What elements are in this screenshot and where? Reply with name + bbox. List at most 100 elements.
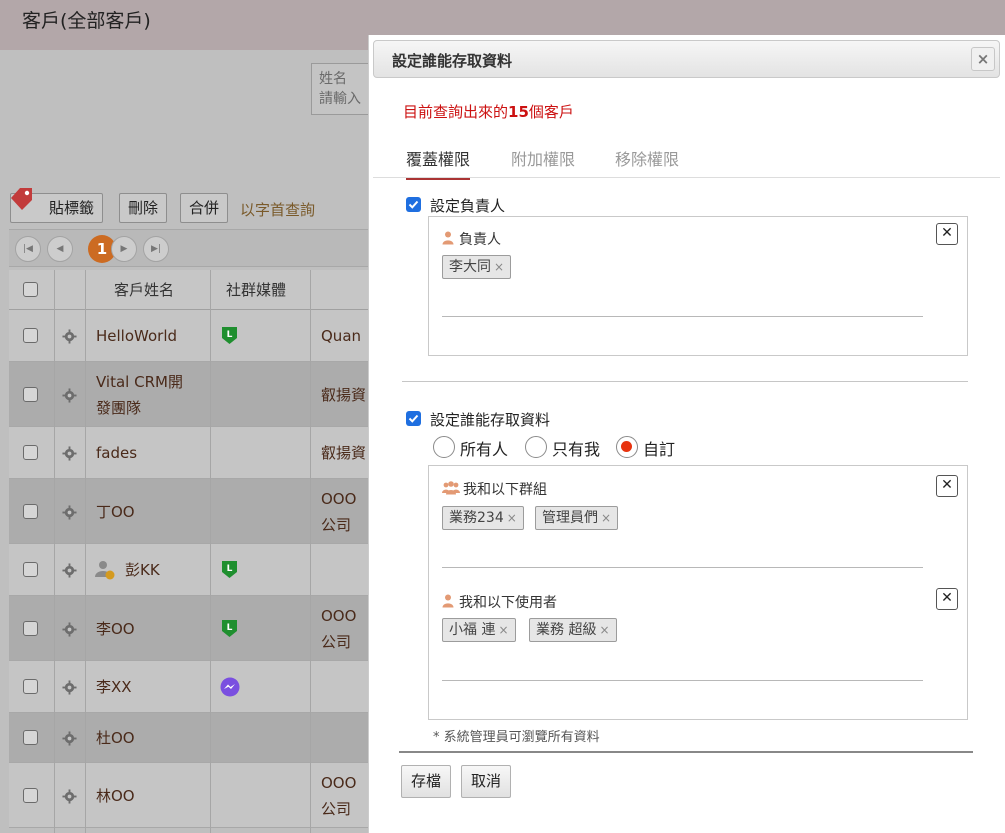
row-checkbox[interactable] [23, 386, 38, 402]
customer-name-link[interactable]: HelloWorld [96, 323, 177, 349]
tab-append[interactable]: 附加權限 [511, 146, 575, 178]
group-chip-label: 業務234 [449, 510, 504, 526]
line-icon[interactable]: L [221, 326, 238, 345]
user-chip: 業務 超級 × [529, 618, 617, 642]
gear-icon[interactable] [62, 446, 77, 461]
modal-title: 設定誰能存取資料 [392, 52, 513, 70]
customer-name-link[interactable]: 李OO [96, 616, 135, 642]
owner-panel-label: 負責人 [459, 232, 501, 248]
customer-name-link[interactable]: 杜OO [96, 725, 135, 751]
row-checkbox[interactable] [23, 679, 38, 694]
chip-remove-icon[interactable]: × [494, 260, 504, 274]
group-chip: 業務234 × [442, 506, 524, 530]
select-all-checkbox[interactable] [23, 282, 38, 297]
page-title: 客戶(全部客戶) [22, 10, 151, 32]
radio-everyone[interactable] [433, 436, 455, 458]
customer-name-link[interactable]: 李XX [96, 674, 132, 700]
row-checkbox[interactable] [23, 620, 38, 636]
group-chip: 管理員們 × [535, 506, 619, 530]
row-checkbox[interactable] [23, 787, 38, 803]
gear-icon[interactable] [62, 329, 77, 344]
access-checkbox[interactable] [406, 411, 421, 426]
close-icon[interactable]: × [971, 47, 995, 71]
users-clear-button[interactable]: ✕ [936, 588, 958, 610]
row-checkbox[interactable] [23, 328, 38, 343]
row-checkbox[interactable] [23, 730, 38, 745]
gear-icon[interactable] [62, 387, 77, 403]
save-button[interactable]: 存檔 [401, 765, 452, 798]
user-chip: 小福 連 × [442, 618, 516, 642]
grid-header: 客戶姓名 社群媒體 [9, 270, 369, 310]
tab-remove[interactable]: 移除權限 [615, 146, 679, 178]
search-name-field[interactable]: 姓名 請輸入 [311, 63, 371, 115]
radio-everyone-label: 所有人 [460, 440, 509, 459]
customer-name-link[interactable]: Vital CRM開 發團隊 [96, 369, 183, 421]
tag-button[interactable]: 貼標籤 [10, 188, 104, 223]
tab-override[interactable]: 覆蓋權限 [406, 146, 471, 180]
access-checkbox-label: 設定誰能存取資料 [430, 411, 551, 429]
last-page-icon[interactable]: ▶| [143, 236, 169, 262]
table-row[interactable]: 李XX [9, 661, 369, 713]
company-cell: Quan [321, 327, 362, 345]
line-icon[interactable]: L [221, 619, 238, 638]
radio-custom[interactable] [616, 436, 638, 458]
table-row[interactable]: 杜OO [9, 713, 369, 763]
gear-icon[interactable] [62, 621, 77, 637]
table-row[interactable]: Vital CRM開 發團隊 叡揚資 [9, 362, 369, 427]
row-checkbox[interactable] [23, 562, 38, 577]
table-row[interactable]: 丁OO OOO 公司 [9, 479, 369, 544]
row-checkbox[interactable] [23, 503, 38, 519]
owner-chip-label: 李大同 [449, 259, 491, 275]
customer-name-link[interactable]: 林OO [96, 783, 135, 809]
company-cell: 叡揚資 [321, 385, 367, 404]
groups-label: 我和以下群組 [463, 482, 547, 498]
table-row[interactable]: HelloWorld L Quan [9, 310, 369, 362]
users-label: 我和以下使用者 [459, 595, 557, 611]
prev-page-icon[interactable]: ◀ [47, 236, 73, 262]
chip-remove-icon[interactable]: × [498, 623, 508, 637]
owner-checkbox-label: 設定負責人 [430, 197, 506, 215]
line-icon[interactable]: L [221, 560, 238, 579]
customer-name-link[interactable]: fades [96, 440, 137, 466]
delete-button[interactable]: 刪除 [119, 193, 168, 223]
customer-name-link[interactable]: 彭KK [125, 557, 160, 583]
gear-icon[interactable] [62, 788, 77, 804]
access-modal: 設定誰能存取資料 × 目前查詢出來的15個客戶 覆蓋權限 附加權限 移除權限 設… [368, 35, 1005, 833]
table-row[interactable]: 彭KK L [9, 544, 369, 596]
user-lock-icon [95, 561, 115, 580]
owner-clear-button[interactable]: ✕ [936, 223, 958, 245]
gear-icon[interactable] [62, 731, 77, 746]
chip-remove-icon[interactable]: × [599, 623, 609, 637]
first-page-icon[interactable]: |◀ [15, 236, 41, 262]
gear-icon[interactable] [62, 504, 77, 520]
merge-button[interactable]: 合併 [180, 193, 229, 223]
table-row[interactable]: fades 叡揚資 [9, 427, 369, 479]
chip-remove-icon[interactable]: × [601, 511, 611, 525]
modal-header: 設定誰能存取資料 × [373, 40, 1000, 78]
svg-text:L: L [227, 623, 233, 633]
user-chip-label: 業務 超級 [536, 622, 597, 638]
alpha-query-link[interactable]: 以字首查詢 [240, 199, 315, 220]
svg-text:L: L [227, 330, 233, 340]
radio-only-me[interactable] [525, 436, 547, 458]
table-row[interactable]: 林OO OOO 公司 [9, 763, 369, 828]
query-suffix: 個客戶 [528, 103, 574, 121]
row-checkbox[interactable] [23, 445, 38, 460]
search-name-label: 姓名 [319, 71, 347, 87]
gear-icon[interactable] [62, 680, 77, 695]
custom-access-panel: 我和以下群組 ✕ 業務234 × 管理員們 × 我和以下使用者 ✕ 小福 連 × 業務… [428, 465, 968, 720]
company-cell: OOO 公司 [321, 606, 357, 651]
chip-remove-icon[interactable]: × [507, 511, 517, 525]
groups-clear-button[interactable]: ✕ [936, 475, 958, 497]
gear-icon[interactable] [62, 563, 77, 578]
customer-name-link[interactable]: 丁OO [96, 499, 135, 525]
group-chip-label: 管理員們 [542, 510, 598, 526]
query-prefix: 目前查詢出來的 [403, 103, 509, 121]
owner-checkbox[interactable] [406, 197, 421, 212]
query-info: 目前查詢出來的15個客戶 [403, 101, 574, 122]
table-row[interactable]: 李OO L OOO 公司 [9, 596, 369, 661]
next-page-icon[interactable]: ▶ [111, 236, 137, 262]
messenger-icon[interactable] [220, 677, 240, 697]
owner-panel: 負責人 ✕ 李大同 × [428, 216, 968, 356]
cancel-button[interactable]: 取消 [461, 765, 512, 798]
